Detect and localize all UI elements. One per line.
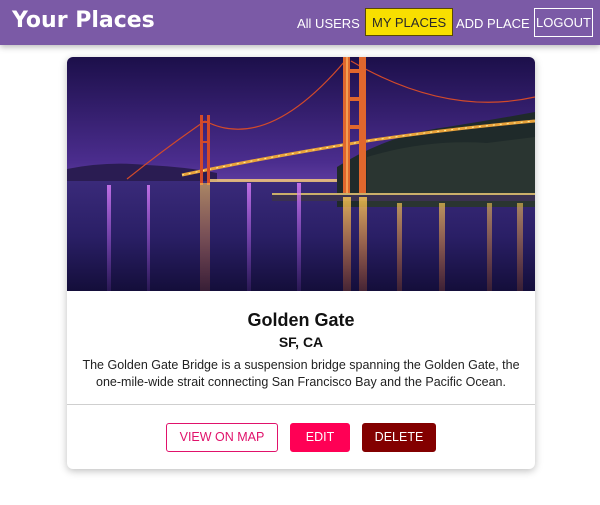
place-description: The Golden Gate Bridge is a suspension b… [82, 358, 520, 389]
view-on-map-button[interactable]: VIEW ON MAP [166, 423, 278, 452]
place-actions: VIEW ON MAP EDIT DELETE [67, 423, 535, 452]
nav-add-place[interactable]: ADD PLACE [456, 16, 530, 31]
logout-button[interactable]: LOGOUT [534, 8, 593, 37]
nav-my-places[interactable]: MY PLACES [365, 8, 454, 36]
card-divider [67, 404, 535, 405]
place-card: Golden Gate SF, CA The Golden Gate Bridg… [67, 57, 535, 469]
place-photo [67, 57, 535, 291]
main-header: Your Places All USERS MY PLACES ADD PLAC… [0, 0, 600, 45]
edit-button[interactable]: EDIT [290, 423, 350, 452]
nav-all-users[interactable]: All USERS [297, 16, 360, 31]
place-title: Golden Gate [247, 310, 355, 330]
place-location: SF, CA [278, 334, 324, 350]
app-title-link[interactable]: Your Places [12, 8, 155, 33]
delete-button[interactable]: DELETE [362, 423, 436, 452]
